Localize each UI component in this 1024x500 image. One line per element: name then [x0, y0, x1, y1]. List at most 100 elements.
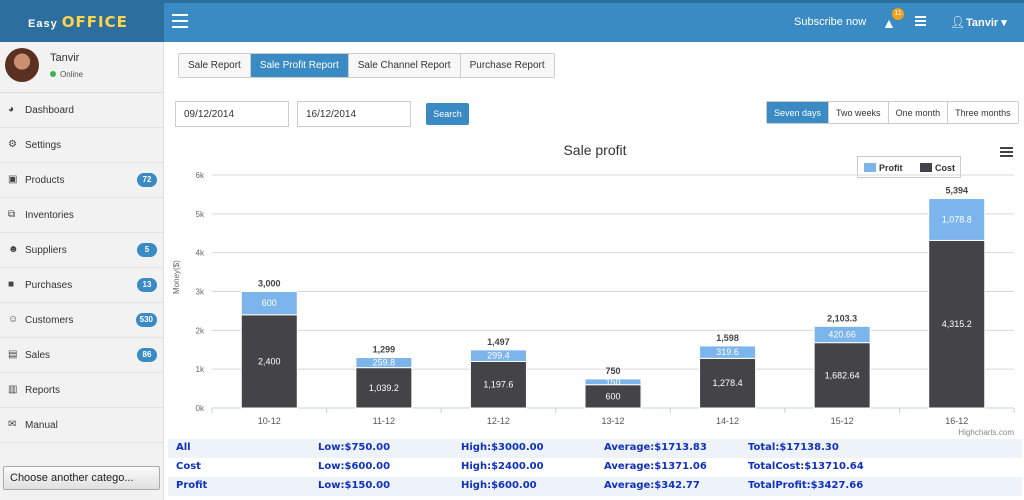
sidebar-item-manual[interactable]: ✉ Manual [0, 408, 163, 443]
range-one-month-button[interactable]: One month [888, 102, 949, 123]
summary-high: High:$3000.00 [461, 442, 544, 453]
logo-easy-text: Easy [28, 18, 58, 30]
tab-sale-report[interactable]: Sale Report [179, 54, 251, 77]
date-from-input[interactable]: 09/12/2014 [175, 101, 289, 127]
sidebar-item-label: Customers [25, 315, 74, 326]
summary-low: Low:$600.00 [318, 461, 391, 472]
comments-icon: ✉ [8, 419, 17, 430]
sidebar-item-label: Suppliers [25, 245, 67, 256]
dashboard-icon: ◕ [8, 104, 15, 115]
data-label-profit: 420.66 [828, 329, 856, 339]
menu-toggle-icon[interactable] [172, 14, 188, 28]
logo-area[interactable]: Easy OFFICE [0, 3, 164, 42]
profile-name: Tanvir [50, 52, 80, 64]
gears-icon: ⚙ [8, 139, 17, 150]
range-two-weeks-button[interactable]: Two weeks [829, 102, 889, 123]
data-label-profit: 299.4 [487, 351, 510, 361]
summary-avg: Average:$1371.06 [604, 461, 707, 472]
profile-panel: Tanvir Online [0, 42, 163, 93]
user-name: Tanvir [966, 17, 999, 29]
y-tick-label: 1k [196, 365, 205, 374]
summary-table: All Low:$750.00 High:$3000.00 Average:$1713… [168, 438, 1022, 500]
summary-row-all: All Low:$750.00 High:$3000.00 Average:$1713… [168, 439, 1022, 458]
summary-name: Profit [176, 480, 208, 491]
summary-total: TotalProfit:$3427.66 [748, 480, 864, 491]
sidebar-item-sales[interactable]: ▤ Sales 86 [0, 338, 163, 373]
subscribe-link[interactable]: Subscribe now [794, 16, 866, 28]
tab-sale-channel-report[interactable]: Sale Channel Report [348, 54, 461, 77]
data-label-profit: 150 [605, 377, 620, 387]
total-label: 2,103.3 [827, 313, 857, 323]
total-label: 3,000 [258, 279, 281, 289]
avatar[interactable] [5, 48, 39, 82]
profile-status: Online [50, 70, 83, 79]
search-button[interactable]: Search [426, 103, 469, 125]
y-tick-label: 5k [196, 210, 205, 219]
y-tick-label: 3k [196, 288, 205, 297]
data-label-cost: 1,197.6 [483, 380, 513, 390]
x-tick-label: 16-12 [945, 416, 968, 426]
sidebar-item-suppliers[interactable]: ☻ Suppliers 5 [0, 233, 163, 268]
range-button-group: Seven days Two weeks One month Three mon… [766, 101, 1019, 124]
users-icon: ☻ [8, 244, 19, 255]
bar-chart-icon: ▥ [8, 384, 18, 395]
sidebar-item-label: Dashboard [25, 105, 74, 116]
summary-row-profit: Profit Low:$150.00 High:$600.00 Average:$34… [168, 477, 1022, 496]
logo[interactable]: Easy OFFICE [28, 13, 128, 31]
range-seven-days-button[interactable]: Seven days [767, 102, 830, 123]
sidebar-item-inventories[interactable]: ⧉ Inventories [0, 198, 163, 233]
sidebar-item-reports[interactable]: ▥ Reports [0, 373, 163, 408]
tab-purchase-report[interactable]: Purchase Report [460, 54, 554, 77]
data-label-profit: 259.8 [373, 358, 396, 368]
data-label-profit: 319.6 [716, 347, 739, 357]
tab-sale-profit-report[interactable]: Sale Profit Report [250, 54, 349, 77]
alert-count-badge: 11 [892, 8, 904, 20]
truck-icon: ■ [8, 279, 15, 290]
x-tick-label: 15-12 [831, 416, 854, 426]
count-badge: 5 [137, 243, 157, 257]
summary-high: High:$2400.00 [461, 461, 544, 472]
smile-icon: ☺ [8, 314, 19, 325]
data-label-profit: 600 [262, 298, 277, 308]
online-dot-icon [50, 71, 56, 77]
sidebar-item-products[interactable]: ▣ Products 72 [0, 163, 163, 198]
data-label-cost: 2,400 [258, 356, 281, 366]
sidebar-item-label: Purchases [25, 280, 73, 291]
data-label-profit: 1,078.8 [942, 214, 972, 224]
logo-office-text: OFFICE [61, 13, 128, 31]
data-label-cost: 1,278.4 [713, 378, 743, 388]
highcharts-credit[interactable]: Highcharts.com [958, 428, 1014, 437]
user-icon[interactable]: 👤︎ [950, 15, 965, 29]
sidebar-item-purchases[interactable]: ■ Purchases 13 [0, 268, 163, 303]
y-tick-label: 4k [196, 249, 205, 258]
count-badge: 530 [135, 313, 157, 327]
money-icon: ▤ [8, 349, 18, 360]
data-label-cost: 600 [605, 391, 620, 401]
gift-icon: ▣ [8, 174, 18, 185]
summary-avg: Average:$1713.83 [604, 442, 707, 453]
total-label: 1,497 [487, 337, 510, 347]
y-tick-label: 0k [196, 404, 205, 413]
y-tick-label: 6k [196, 171, 205, 180]
y-tick-label: 2k [196, 326, 205, 335]
date-to-input[interactable]: 16/12/2014 [297, 101, 411, 127]
sidebar-item-settings[interactable]: ⚙ Settings [0, 128, 163, 163]
profile-status-text: Online [60, 70, 84, 79]
report-tabs: Sale Report Sale Profit Report Sale Chan… [178, 53, 555, 78]
sidebar-item-label: Settings [25, 140, 62, 151]
count-badge: 13 [137, 278, 157, 292]
sidebar: Tanvir Online ◕ Dashboard ⚙ Settings ▣ Produc… [0, 42, 164, 500]
sidebar-item-customers[interactable]: ☺ Customers 530 [0, 303, 163, 338]
choose-category-button[interactable]: Choose another catego... [3, 466, 160, 490]
chart-svg: 0k 1k 2k 3k 4k 5k 6k 2,400 600 3,000 10-12 1,039.2 2… [196, 171, 1015, 426]
x-tick-label: 10-12 [258, 416, 281, 426]
summary-name: Cost [176, 461, 201, 472]
x-tick-label: 12-12 [487, 416, 510, 426]
user-menu[interactable]: Tanvir ▾ [966, 16, 1007, 29]
count-badge: 86 [137, 348, 157, 362]
range-three-months-button[interactable]: Three months [948, 102, 1018, 123]
summary-avg: Average:$342.77 [604, 480, 700, 491]
sidebar-item-dashboard[interactable]: ◕ Dashboard [0, 93, 163, 128]
task-list-icon[interactable] [915, 16, 926, 26]
summary-low: Low:$750.00 [318, 442, 391, 453]
